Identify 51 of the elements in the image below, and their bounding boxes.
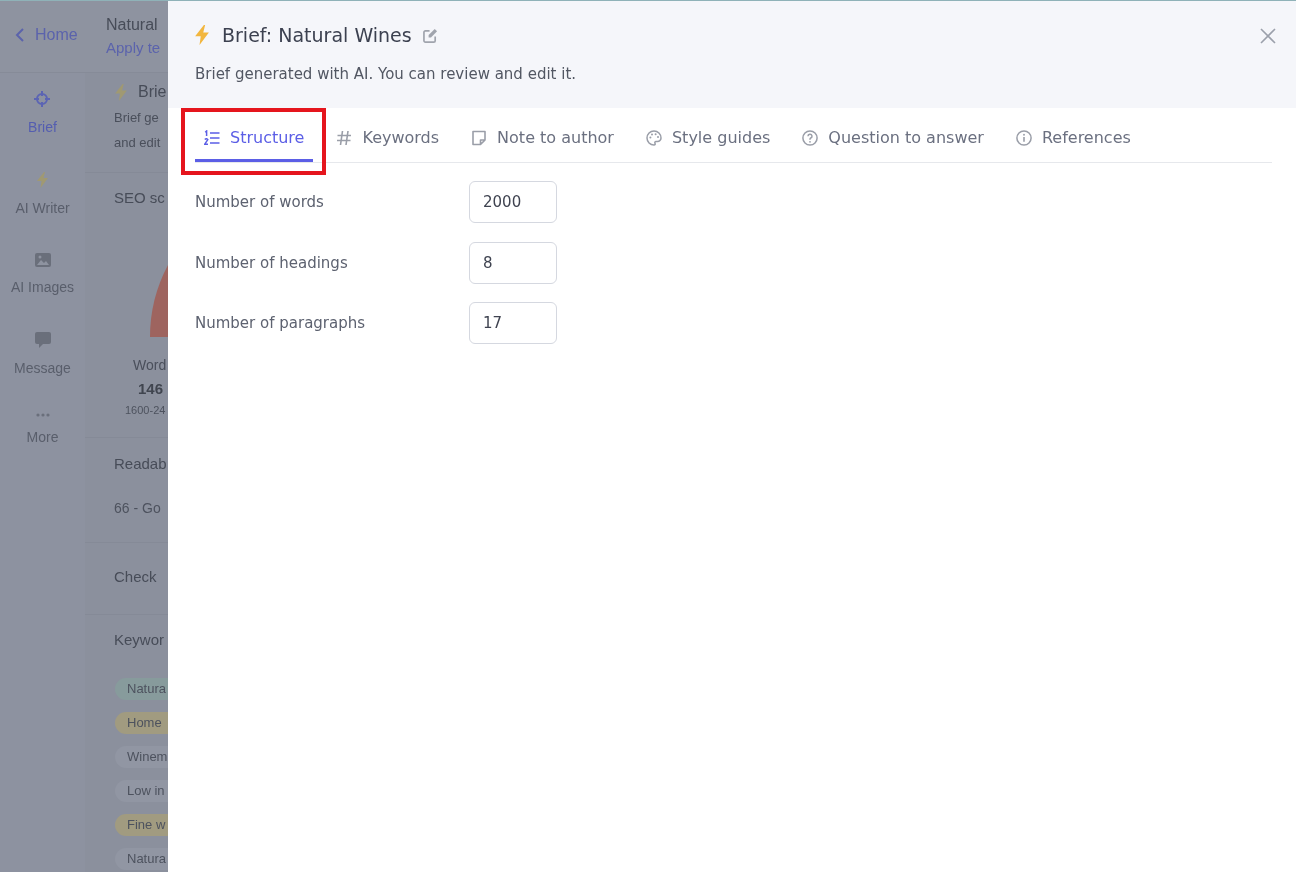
tab[interactable]: Style guides: [636, 108, 780, 162]
keyword-chip: Fine w: [115, 814, 168, 836]
field-label: Number of words: [195, 192, 325, 212]
question-circle-icon: [802, 130, 819, 146]
document-title: Natural: [106, 15, 158, 35]
number-field[interactable]: 2000: [469, 181, 557, 223]
keyword-chip: Winem: [115, 746, 168, 768]
edit-icon: [422, 27, 438, 43]
section-heading: Keywor: [114, 630, 166, 650]
lightning-icon: [115, 83, 127, 101]
description-text: and edit: [114, 134, 161, 152]
keyword-chip: Home: [115, 712, 168, 734]
close-button[interactable]: [1260, 28, 1276, 44]
crosshair-icon: [34, 91, 51, 107]
close-icon: [1260, 28, 1276, 44]
section-heading: Readab: [114, 454, 167, 474]
chevron-left-icon: [15, 28, 24, 42]
word-count-value: 146: [138, 379, 164, 399]
chat-bubble-icon: [34, 332, 51, 348]
word-range-text: 1600-24: [125, 404, 166, 416]
lightning-icon: [37, 172, 48, 188]
numbered-list-icon: [204, 130, 220, 146]
tab[interactable]: Question to answer: [793, 108, 993, 162]
section-heading: SEO sc: [114, 188, 165, 208]
tab[interactable]: Structure: [195, 108, 314, 162]
hash-icon: [336, 130, 353, 146]
lightning-icon: [195, 25, 209, 45]
number-field[interactable]: 17: [469, 302, 557, 344]
field-label: Number of headings: [195, 252, 349, 273]
image-icon: [34, 253, 51, 267]
drawer-subtitle: Brief generated with AI. You can review and edit it.: [195, 64, 577, 85]
word-count-label: Word: [133, 356, 167, 374]
panel-heading: Brie: [138, 82, 167, 102]
tab[interactable]: References: [1006, 108, 1140, 162]
field-label: Number of paragraphs: [195, 313, 367, 333]
note-icon: [471, 130, 488, 146]
description-text: Brief ge: [114, 109, 159, 127]
ellipsis-icon: [35, 413, 50, 417]
readability-score: 66 - Go: [114, 499, 161, 518]
section-heading: Check: [114, 567, 157, 587]
palette-icon: [645, 130, 662, 146]
info-circle-icon: [1015, 130, 1032, 146]
gauge-arc: [150, 265, 168, 337]
keyword-chip: Natura: [115, 678, 168, 700]
keyword-chip: Natura: [115, 848, 168, 870]
tab[interactable]: Keywords: [327, 108, 449, 162]
keyword-chip: Low in: [115, 780, 168, 802]
edit-button[interactable]: [422, 27, 438, 43]
tab[interactable]: Note to author: [462, 108, 623, 162]
drawer-title: Brief: Natural Wines: [222, 23, 412, 47]
number-field[interactable]: 8: [469, 241, 557, 284]
